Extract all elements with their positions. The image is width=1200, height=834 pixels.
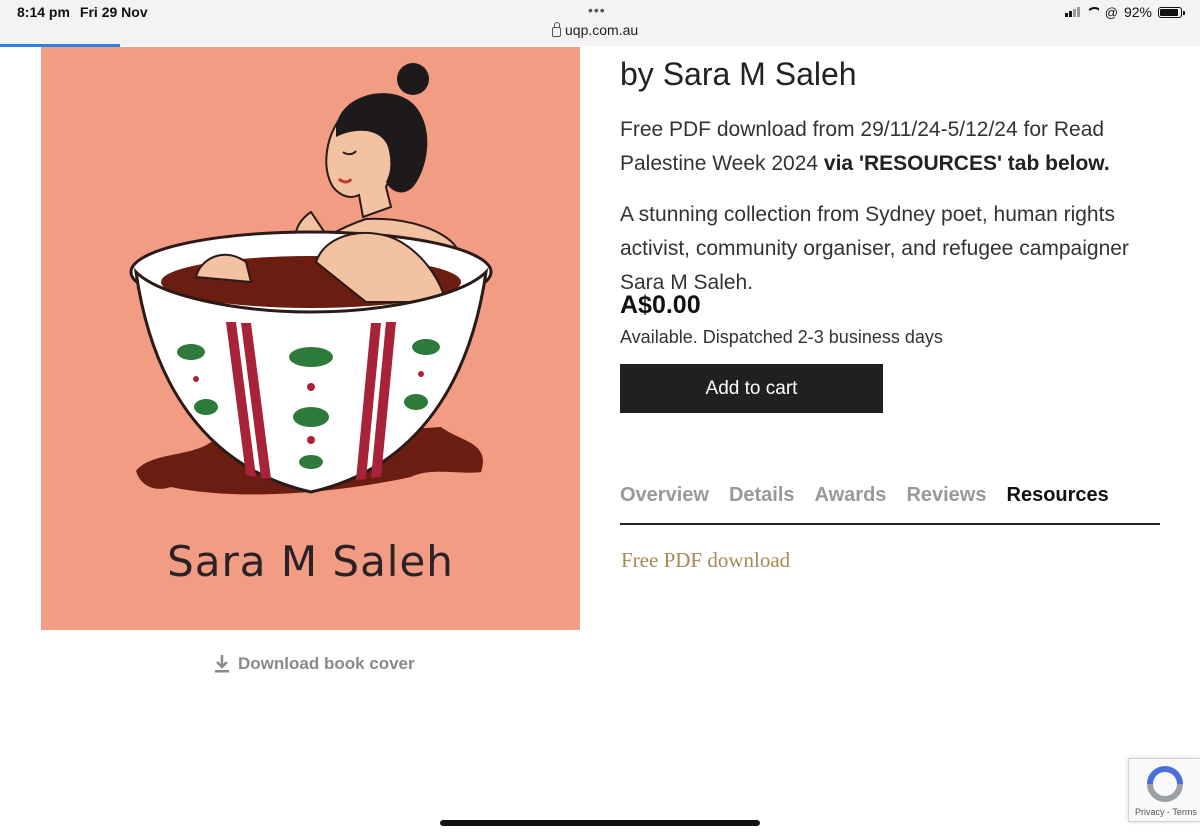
add-to-cart-button[interactable]: Add to cart: [620, 364, 883, 413]
tab-details[interactable]: Details: [729, 484, 795, 523]
cover-author-text: Sara M Saleh: [167, 537, 454, 586]
address-url: uqp.com.au: [565, 22, 639, 38]
recaptcha-icon: [1147, 766, 1183, 802]
download-icon: [215, 655, 229, 673]
clock-time: 8:14 pm: [17, 4, 70, 20]
address-bar[interactable]: uqp.com.au: [552, 22, 638, 38]
book-tabs: Overview Details Awards Reviews Resource…: [620, 484, 1160, 525]
status-indicators: @ 92%: [1064, 4, 1185, 20]
recaptcha-links[interactable]: Privacy - Terms: [1135, 807, 1197, 817]
tab-awards[interactable]: Awards: [815, 484, 887, 523]
book-cover: Sara M Saleh: [41, 47, 580, 630]
promo-text-bold: via 'RESOURCES' tab below.: [823, 152, 1110, 175]
availability-text: Available. Dispatched 2-3 business days: [620, 327, 943, 347]
book-price: A$0.00: [620, 291, 701, 319]
clock-date: Fri 29 Nov: [79, 4, 148, 20]
promo-text: Free PDF download from 29/11/24-5/12/24 …: [620, 113, 1160, 181]
book-byline: by Sara M Saleh: [620, 56, 857, 92]
more-dots-icon[interactable]: •••: [588, 2, 606, 18]
battery-icon: [1158, 6, 1185, 18]
download-cover-link[interactable]: Download book cover: [214, 654, 415, 674]
free-pdf-download-link[interactable]: Free PDF download: [621, 548, 790, 573]
tab-reviews[interactable]: Reviews: [906, 484, 986, 523]
wifi-icon: [1085, 7, 1099, 17]
tab-resources[interactable]: Resources: [1007, 484, 1109, 523]
recaptcha-badge[interactable]: Privacy - Terms: [1128, 758, 1200, 822]
tab-overview[interactable]: Overview: [620, 484, 709, 523]
location-icon: @: [1104, 4, 1118, 20]
status-bar: 8:14 pm Fri 29 Nov ••• uqp.com.au @ 92%: [0, 0, 1200, 47]
signal-icon: [1064, 7, 1080, 17]
download-cover-label: Download book cover: [238, 654, 415, 673]
status-time: 8:14 pm Fri 29 Nov: [17, 4, 148, 20]
book-description: A stunning collection from Sydney poet, …: [620, 203, 1129, 294]
home-indicator[interactable]: [440, 820, 760, 826]
battery-percent: 92%: [1123, 4, 1152, 20]
lock-icon: [552, 22, 561, 37]
